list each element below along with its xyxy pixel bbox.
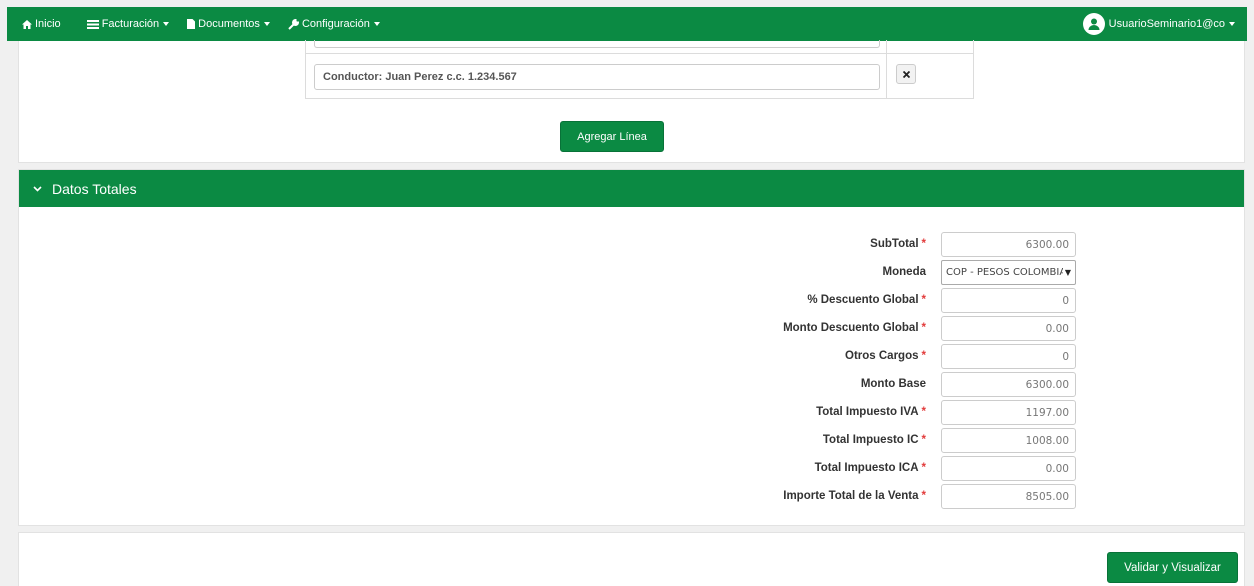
- descuento-global-pct-input[interactable]: [941, 288, 1076, 313]
- impuesto-ic-label: Total Impuesto IC *: [822, 434, 926, 446]
- impuesto-ica-input[interactable]: [941, 456, 1076, 481]
- nav-item-label: Configuración: [301, 18, 370, 30]
- subtotal-input[interactable]: [941, 232, 1076, 257]
- column-divider: [886, 40, 887, 98]
- wrench-icon: [288, 18, 299, 30]
- actions-panel: Validar y Visualizar: [18, 532, 1245, 586]
- chevron-down-icon: [33, 185, 42, 192]
- user-menu[interactable]: UsuarioSeminario1@co: [1082, 7, 1235, 41]
- form-row-otros-cargos: Otros Cargos *: [19, 343, 1244, 369]
- moneda-select[interactable]: COP - PESOS COLOMBIANOS ▼: [941, 260, 1076, 285]
- monto-base-input[interactable]: [941, 372, 1076, 397]
- line-description-input[interactable]: [314, 64, 880, 90]
- monto-base-label: Monto Base: [860, 378, 926, 390]
- caret-down-icon: [1229, 22, 1235, 26]
- monto-descuento-global-label: Monto Descuento Global *: [783, 322, 926, 334]
- form-row-impuesto-iva: Total Impuesto IVA *: [19, 399, 1244, 425]
- nav-item-label: Documentos: [198, 18, 260, 30]
- nav-item-facturacion[interactable]: Facturación: [86, 7, 170, 41]
- line-description-field[interactable]: [314, 40, 880, 48]
- form-row-descuento-global-pct: % Descuento Global *: [19, 287, 1244, 313]
- user-name: UsuarioSeminario1@co: [1108, 18, 1225, 30]
- subtotal-label: SubTotal *: [870, 238, 926, 250]
- form-row-importe-total: Importe Total de la Venta *: [19, 483, 1244, 509]
- importe-total-label: Importe Total de la Venta *: [783, 490, 926, 502]
- caret-down-icon: [263, 22, 270, 26]
- home-icon: [22, 19, 32, 29]
- remove-line-button[interactable]: [896, 64, 916, 84]
- nav-item-configuracion[interactable]: Configuración: [288, 7, 380, 41]
- descuento-global-pct-label: % Descuento Global *: [807, 294, 926, 306]
- totals-panel-header[interactable]: Datos Totales: [19, 170, 1244, 207]
- nav-item-label: Inicio: [35, 18, 61, 30]
- form-row-impuesto-ic: Total Impuesto IC *: [19, 427, 1244, 453]
- table-row: [306, 40, 973, 54]
- nav-item-inicio[interactable]: Inicio: [22, 7, 61, 41]
- caret-down-icon: [163, 22, 170, 26]
- impuesto-ic-input[interactable]: [941, 428, 1076, 453]
- monto-descuento-global-input[interactable]: [941, 316, 1076, 341]
- document-icon: [187, 19, 196, 29]
- impuesto-iva-input[interactable]: [941, 400, 1076, 425]
- add-line-button[interactable]: Agregar Línea: [560, 121, 664, 152]
- form-row-monto-base: Monto Base: [19, 371, 1244, 397]
- dropdown-arrow-icon: ▼: [1064, 268, 1071, 277]
- form-row-moneda: Moneda COP - PESOS COLOMBIANOS ▼: [19, 259, 1244, 285]
- top-navbar: Inicio Facturación Documentos Configurac…: [7, 7, 1247, 41]
- close-icon: [902, 67, 910, 81]
- lines-table: [305, 40, 974, 99]
- list-icon: [86, 19, 99, 29]
- validate-and-preview-button[interactable]: Validar y Visualizar: [1107, 552, 1238, 583]
- invoice-lines-panel: Agregar Línea: [18, 40, 1245, 163]
- otros-cargos-label: Otros Cargos *: [845, 350, 926, 362]
- form-row-monto-descuento-global: Monto Descuento Global *: [19, 315, 1244, 341]
- form-row-subtotal: SubTotal *: [19, 231, 1244, 257]
- impuesto-ica-label: Total Impuesto ICA *: [814, 462, 926, 474]
- nav-item-documentos[interactable]: Documentos: [187, 7, 270, 41]
- impuesto-iva-label: Total Impuesto IVA *: [816, 406, 926, 418]
- totals-panel-title: Datos Totales: [52, 180, 137, 197]
- form-row-impuesto-ica: Total Impuesto ICA *: [19, 455, 1244, 481]
- importe-total-input[interactable]: [941, 484, 1076, 509]
- user-icon: [1082, 13, 1105, 35]
- nav-item-label: Facturación: [101, 18, 160, 30]
- moneda-label: Moneda: [882, 266, 926, 278]
- otros-cargos-input[interactable]: [941, 344, 1076, 369]
- caret-down-icon: [373, 22, 380, 26]
- totals-panel: Datos Totales SubTotal* Moneda COP - PES…: [18, 169, 1245, 526]
